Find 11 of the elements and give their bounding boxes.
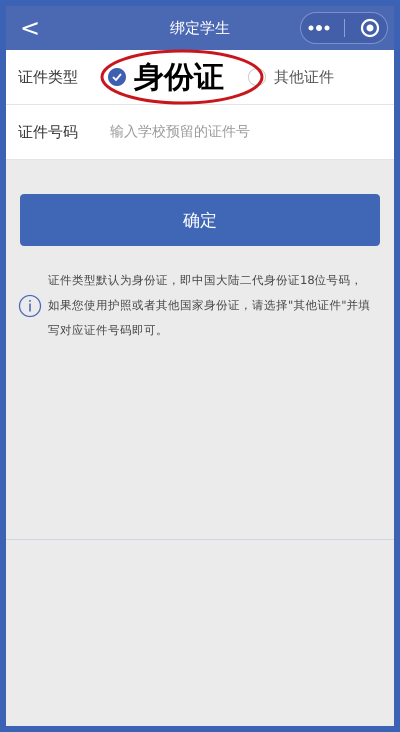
- id-type-radio[interactable]: 其他证件: [248, 68, 334, 86]
- back-button[interactable]: <: [14, 14, 46, 42]
- field-label: 证件号码: [18, 122, 79, 142]
- id-number-field[interactable]: 输入学校预留的证件号: [108, 123, 382, 141]
- confirm-button[interactable]: 确定: [20, 194, 380, 246]
- page-title: 绑定学生: [170, 18, 230, 38]
- more-icon[interactable]: [308, 25, 330, 31]
- info-icon: [18, 294, 42, 318]
- close-icon[interactable]: [360, 18, 380, 38]
- field-label: 证件类型: [18, 68, 79, 86]
- info-text: 证件类型默认为身份证，即中国大陆二代身份证18位号码，如果您使用护照或者其他国家身份证，请选择"其他证件"并填写对应证件号码即可。: [48, 272, 372, 339]
